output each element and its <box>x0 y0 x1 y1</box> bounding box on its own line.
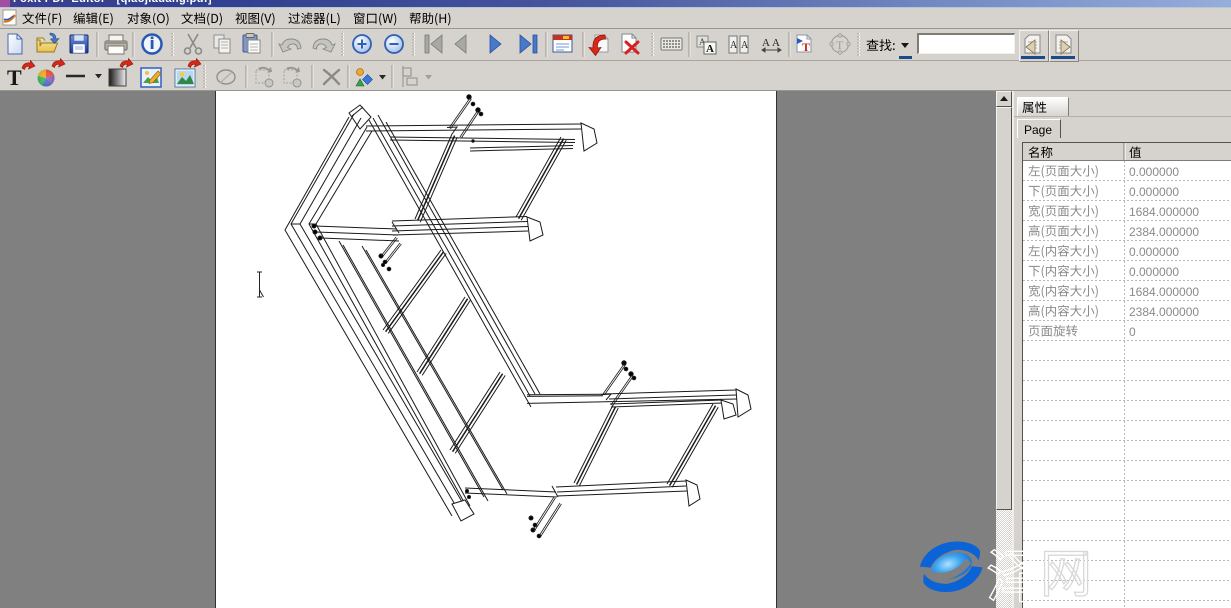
svg-text:A: A <box>730 40 738 51</box>
svg-text:A: A <box>706 43 714 55</box>
svg-text:A: A <box>762 37 770 49</box>
svg-text:A: A <box>772 37 780 49</box>
svg-text:T: T <box>802 40 810 54</box>
svg-text:T: T <box>836 38 844 52</box>
svg-text:T: T <box>7 65 22 90</box>
svg-text:A: A <box>741 40 749 51</box>
